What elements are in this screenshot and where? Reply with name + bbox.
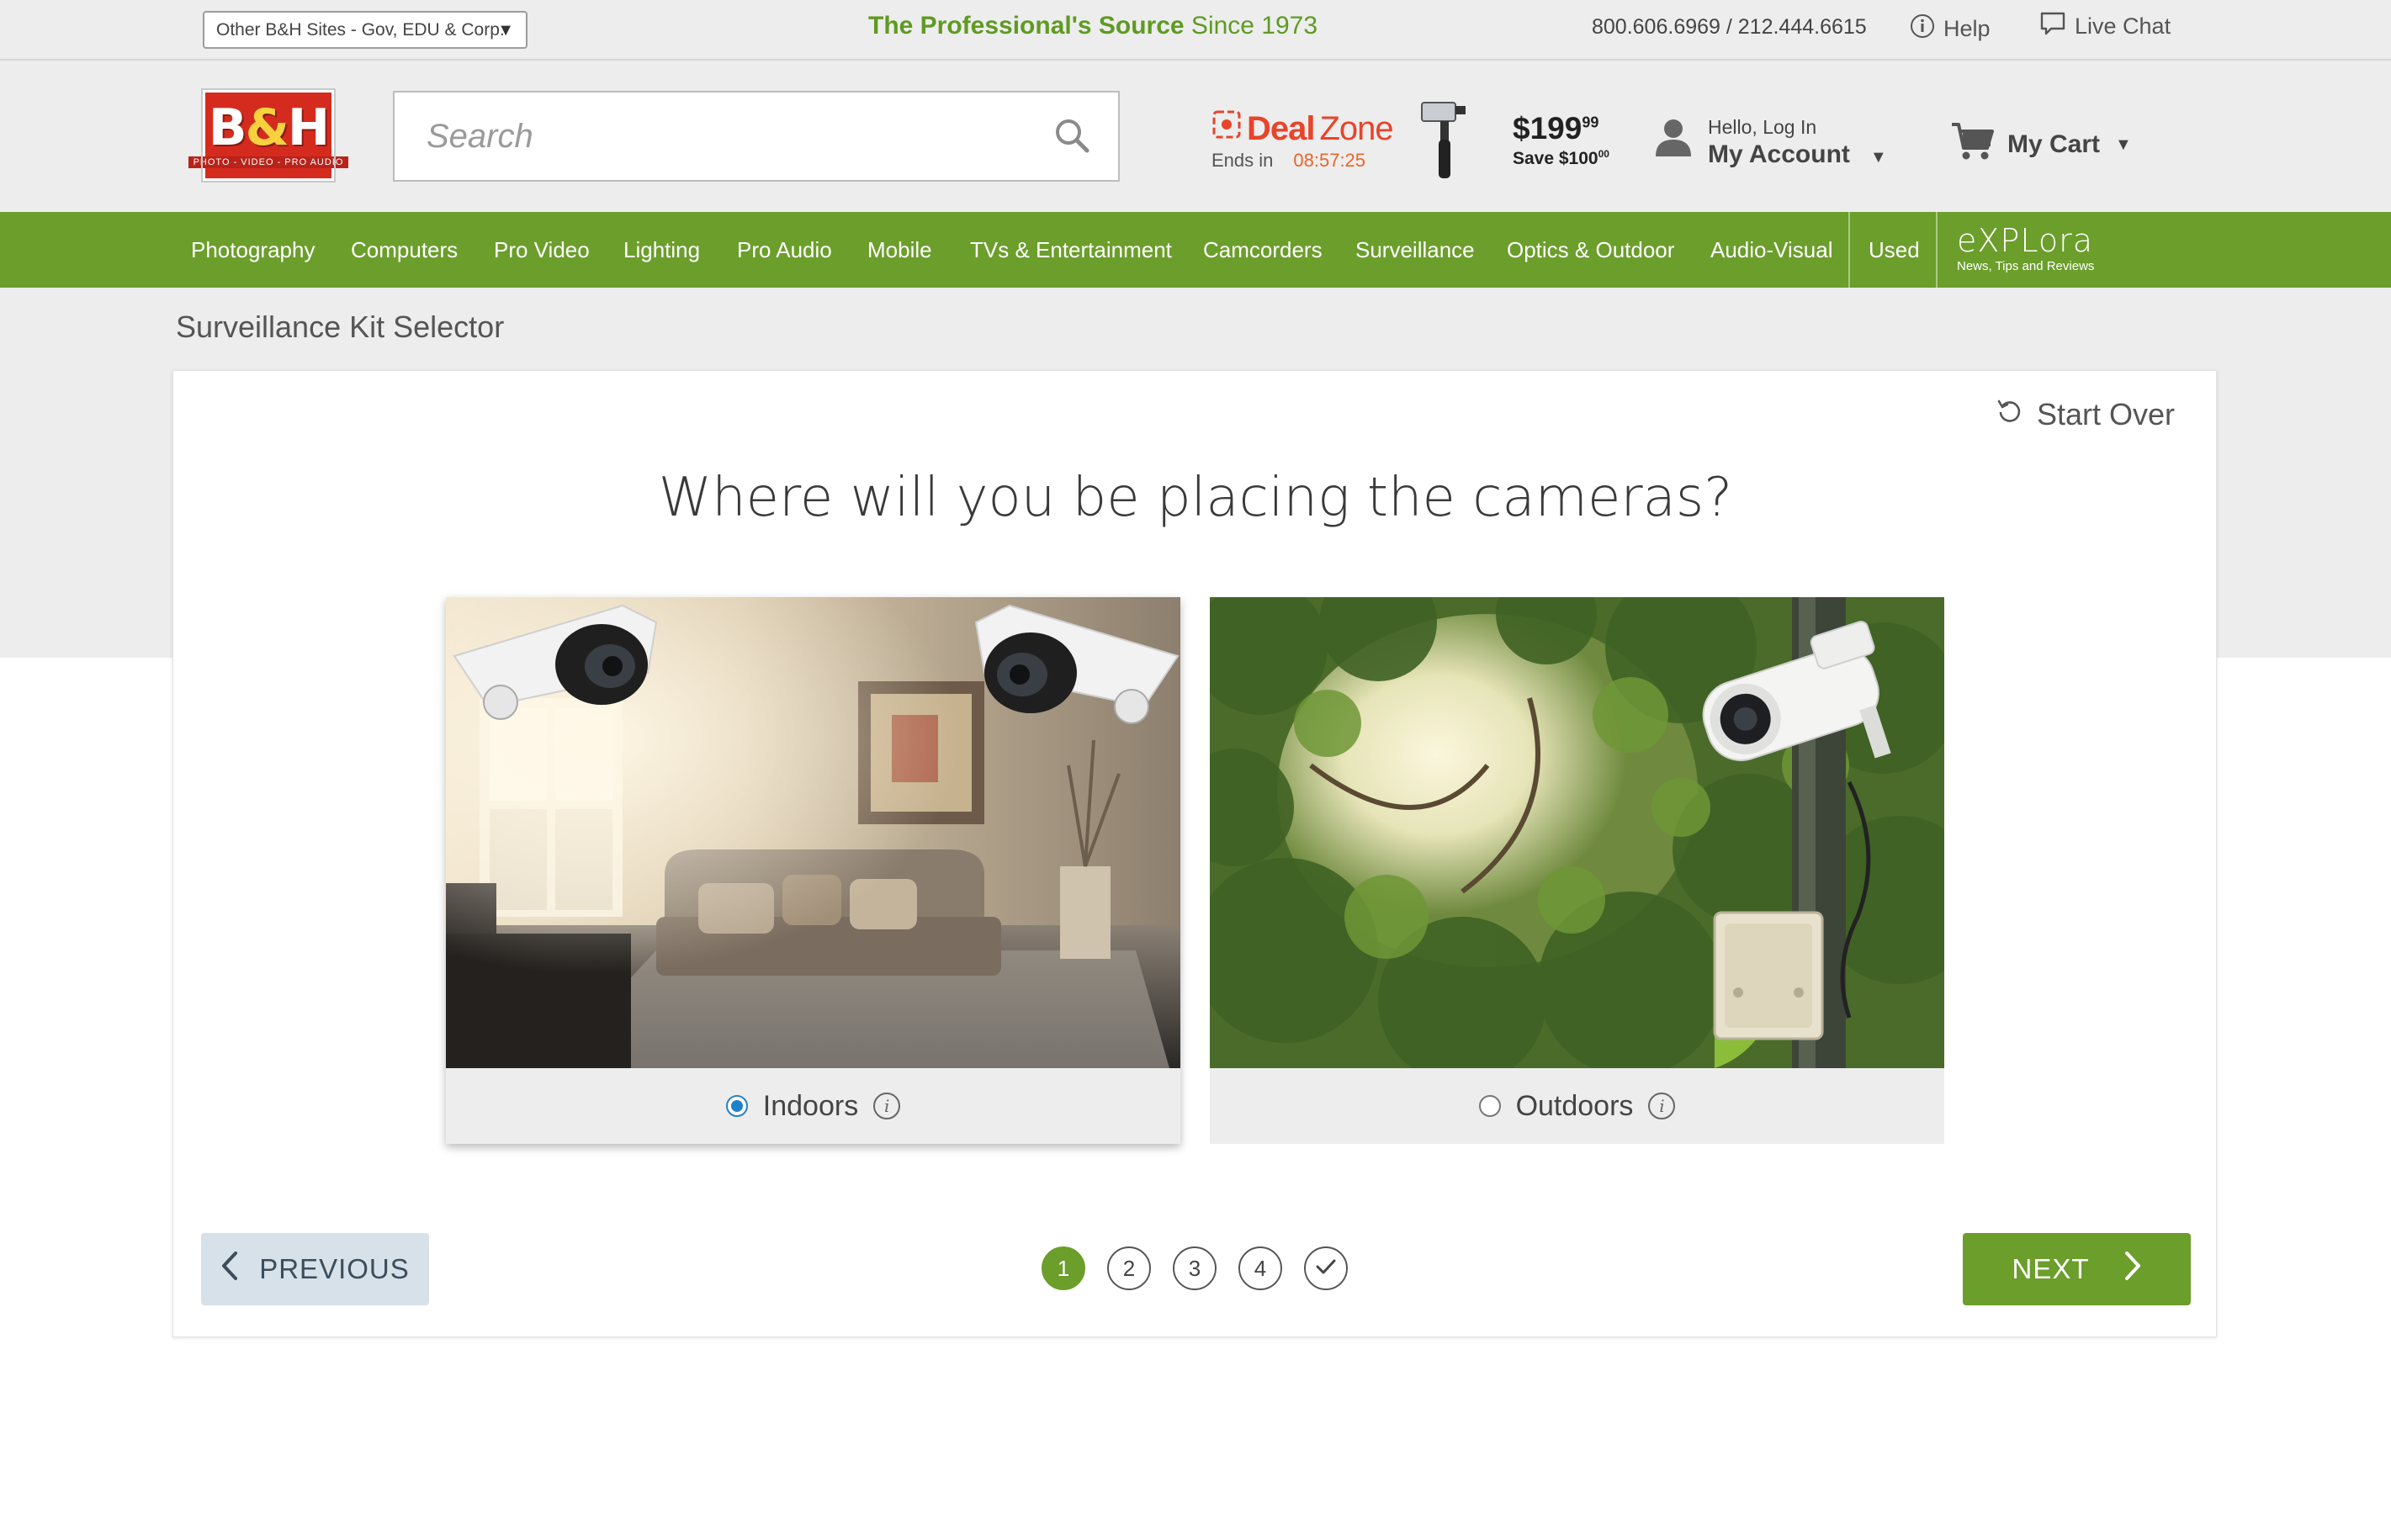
- deal-price-amount: $19999: [1513, 111, 1609, 146]
- option-outdoors[interactable]: Outdoors i: [1210, 597, 1944, 1144]
- step-1[interactable]: 1: [1042, 1246, 1085, 1290]
- step-4[interactable]: 4: [1238, 1246, 1282, 1290]
- nav-item-audio-visual[interactable]: Audio-Visual: [1710, 212, 1833, 288]
- logo-letter-h: H: [287, 98, 330, 157]
- live-chat-link[interactable]: Live Chat: [2039, 11, 2171, 42]
- explora-subtitle: News, Tips and Reviews: [1957, 259, 2095, 273]
- explora-link[interactable]: eXPLora News, Tips and Reviews: [1957, 225, 2094, 273]
- deal-price[interactable]: $19999 Save $10000: [1513, 111, 1609, 169]
- next-button[interactable]: NEXT: [1963, 1233, 2191, 1305]
- account-hello: Hello, Log In: [1708, 116, 1817, 138]
- help-link[interactable]: Help: [1910, 13, 1991, 45]
- next-label: NEXT: [2012, 1253, 2090, 1284]
- caret-down-icon: ▼: [1869, 148, 1887, 167]
- deal-ends-label: Ends in: [1211, 150, 1274, 171]
- utility-bar: Other B&H Sites - Gov, EDU & Corp. ▼ The…: [0, 0, 2391, 61]
- outdoors-label: Outdoors: [1515, 1089, 1634, 1122]
- deal-price-cents: 99: [1582, 114, 1599, 131]
- deal-price-dollars: $199: [1513, 111, 1583, 146]
- step-3[interactable]: 3: [1173, 1246, 1217, 1290]
- tagline-rest: Since 1973: [1184, 12, 1318, 40]
- tagline: The Professional's Source Since 1973: [868, 12, 1317, 40]
- zone-word: Zone: [1319, 109, 1394, 147]
- site-header: B&H PHOTO - VIDEO - PRO AUDIO Search Dea…: [0, 61, 2391, 212]
- info-icon[interactable]: i: [1648, 1093, 1676, 1119]
- start-over-button[interactable]: Start Over: [1996, 397, 2175, 432]
- cart-label: My Cart: [2007, 130, 2101, 158]
- nav-item-computers[interactable]: Computers: [351, 212, 458, 288]
- deal-word: Deal: [1247, 109, 1315, 147]
- caret-down-icon: ▼: [2115, 135, 2132, 154]
- nav-item-photography[interactable]: Photography: [191, 212, 315, 288]
- indoors-radio[interactable]: [725, 1095, 748, 1117]
- option-indoors-footer[interactable]: Indoors i: [446, 1068, 1180, 1144]
- user-icon: [1654, 116, 1693, 162]
- indoors-image: [446, 597, 1180, 1068]
- bh-logo[interactable]: B&H PHOTO - VIDEO - PRO AUDIO: [188, 88, 349, 183]
- phone-numbers: 800.606.6969 / 212.444.6615: [1592, 15, 1867, 39]
- question-heading: Where will you be placing the cameras?: [658, 467, 1733, 529]
- search-input[interactable]: Search: [393, 91, 1120, 182]
- start-over-label: Start Over: [2037, 397, 2176, 431]
- step-2[interactable]: 2: [1107, 1246, 1151, 1290]
- cart-menu[interactable]: My Cart ▼: [1950, 121, 2132, 168]
- logo-letter-b: B: [208, 98, 247, 157]
- page-title: Surveillance Kit Selector: [176, 310, 505, 344]
- nav-item-optics-outdoor[interactable]: Optics & Outdoor: [1507, 212, 1674, 288]
- deal-zone-title: Deal Zone: [1211, 109, 1394, 148]
- step-indicator: 1 2 3 4: [1042, 1246, 1348, 1290]
- tagline-bold: The Professional's Source: [868, 12, 1185, 40]
- nav-item-tvs-entertainment[interactable]: TVs & Entertainment: [970, 212, 1172, 288]
- logo-mark: B&H: [209, 103, 330, 153]
- previous-label: PREVIOUS: [259, 1253, 410, 1284]
- deal-zone[interactable]: Deal Zone Ends in 08:57:25: [1211, 109, 1394, 172]
- refresh-icon: [1996, 397, 2023, 432]
- option-outdoors-footer[interactable]: Outdoors i: [1210, 1068, 1944, 1144]
- search-placeholder: Search: [427, 117, 533, 155]
- step-complete[interactable]: [1304, 1246, 1348, 1290]
- other-sites-select[interactable]: Other B&H Sites - Gov, EDU & Corp. ▼: [203, 11, 528, 49]
- other-sites-label: Other B&H Sites - Gov, EDU & Corp.: [216, 19, 505, 40]
- deal-tag-icon: [1211, 109, 1242, 148]
- deal-product-image[interactable]: [1418, 98, 1469, 182]
- previous-button[interactable]: PREVIOUS: [201, 1233, 429, 1305]
- outdoors-radio[interactable]: [1478, 1095, 1501, 1117]
- caret-down-icon: ▼: [497, 21, 514, 40]
- chevron-left-icon: [220, 1251, 239, 1288]
- deal-timer: 08:57:25: [1293, 150, 1366, 171]
- indoors-label: Indoors: [762, 1089, 859, 1122]
- info-circle-icon: [1910, 13, 1935, 45]
- option-indoors[interactable]: Indoors i: [446, 597, 1180, 1144]
- my-account-text: My Account: [1708, 140, 1850, 168]
- nav-divider: [1936, 212, 1938, 288]
- account-menu[interactable]: Hello, Log In My Account ▼: [1654, 116, 1887, 169]
- nav-item-camcorders[interactable]: Camcorders: [1203, 212, 1323, 288]
- nav-item-used[interactable]: Used: [1869, 212, 1920, 288]
- outdoors-image: [1210, 597, 1944, 1068]
- help-label: Help: [1943, 16, 1991, 41]
- info-icon[interactable]: i: [873, 1093, 901, 1119]
- nav-divider: [1848, 212, 1850, 288]
- nav-item-mobile[interactable]: Mobile: [867, 212, 932, 288]
- deal-ends: Ends in 08:57:25: [1211, 150, 1393, 172]
- nav-item-surveillance[interactable]: Surveillance: [1355, 212, 1475, 288]
- deal-savings-cents: 00: [1598, 148, 1609, 160]
- chevron-right-icon: [2123, 1251, 2142, 1288]
- logo-subtitle: PHOTO - VIDEO - PRO AUDIO: [188, 156, 349, 168]
- explora-logo: eXPLora: [1957, 222, 2093, 259]
- account-label: My Account ▼: [1708, 140, 1887, 169]
- deal-savings: Save $10000: [1513, 148, 1609, 169]
- deal-savings-amount: Save $100: [1513, 149, 1598, 168]
- live-chat-label: Live Chat: [2075, 13, 2171, 39]
- nav-item-pro-video[interactable]: Pro Video: [494, 212, 590, 288]
- chat-bubble-icon: [2039, 11, 2066, 42]
- nav-item-pro-audio[interactable]: Pro Audio: [737, 212, 832, 288]
- nav-item-lighting[interactable]: Lighting: [623, 212, 700, 288]
- logo-ampersand: &: [245, 98, 289, 157]
- main-nav: Photography Computers Pro Video Lighting…: [0, 212, 2391, 288]
- search-icon[interactable]: [1052, 116, 1091, 163]
- checkmark-icon: [1315, 1256, 1337, 1282]
- cart-icon: [1950, 121, 1996, 168]
